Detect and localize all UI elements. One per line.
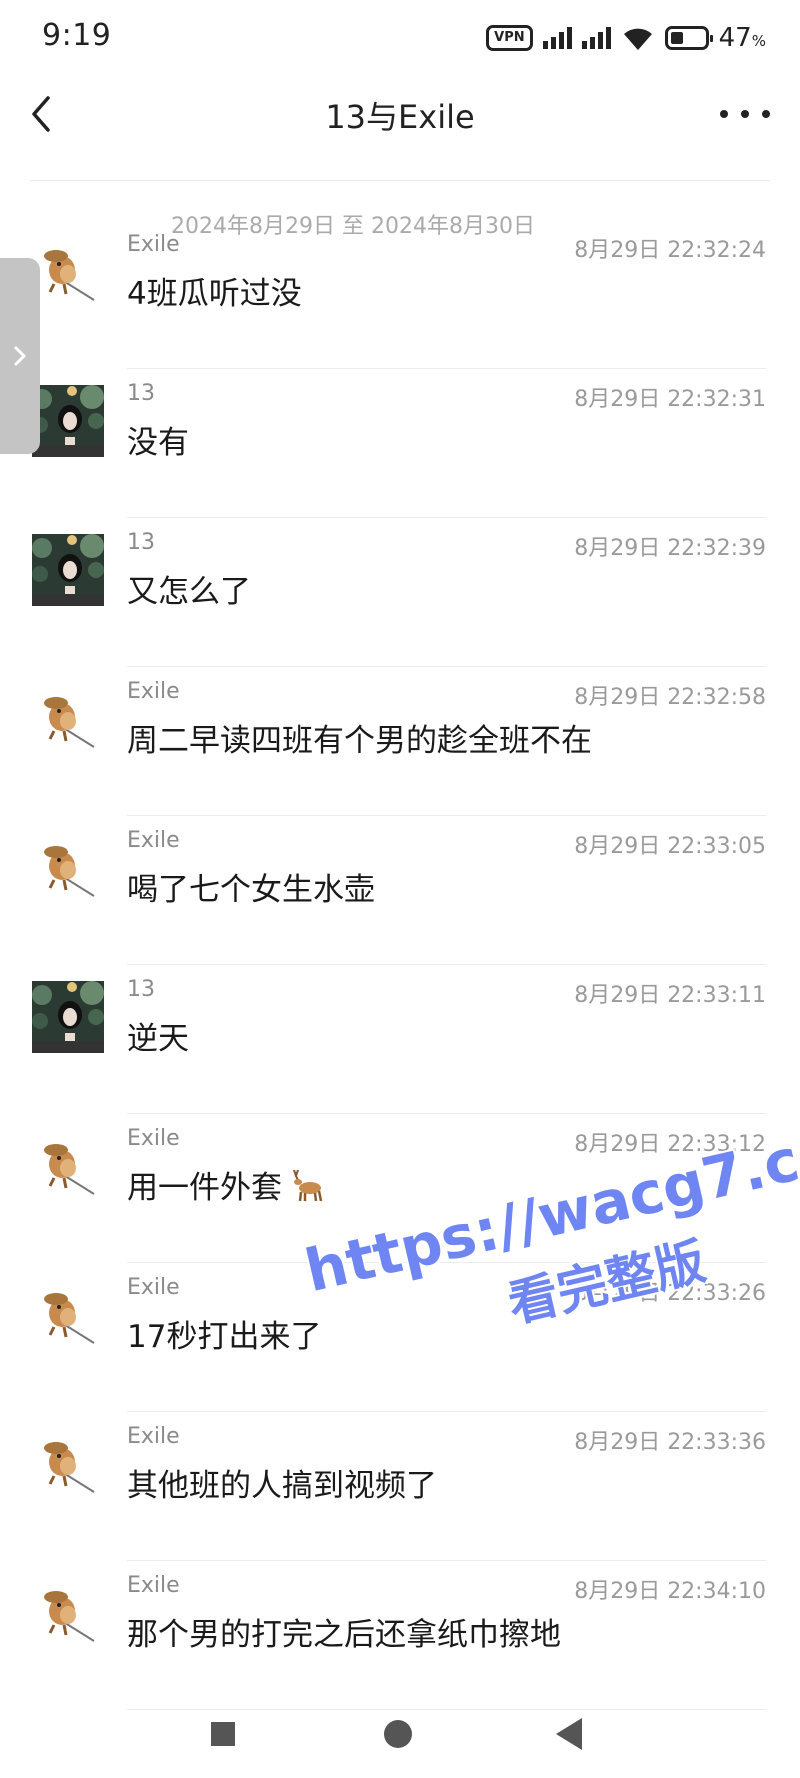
message-text-container: 喝了七个女生水壶	[127, 864, 375, 909]
message-text: 其他班的人搞到视频了	[127, 1468, 437, 1504]
status-time: 9:19	[42, 18, 112, 53]
more-dot	[762, 110, 770, 118]
message-timestamp: 8月29日 22:33:12	[574, 1132, 766, 1157]
sender-name: Exile	[127, 1126, 180, 1151]
message-text: 喝了七个女生水壶	[127, 872, 375, 908]
message-timestamp: 8月29日 22:33:11	[574, 983, 766, 1008]
battery-icon	[664, 26, 713, 50]
date-range-divider: 2024年8月29日 至 2024年8月30日	[30, 160, 770, 239]
message-text: 17秒打出来了	[127, 1319, 322, 1355]
signal-icon-2	[581, 27, 611, 49]
triangle-back-icon[interactable]	[556, 1718, 582, 1750]
sender-avatar-exile[interactable]	[32, 1279, 104, 1351]
message-list: Exile 8月29日 22:32:24 4班瓜听过没 13 8月29日 22:32:3…	[0, 220, 800, 1710]
page-title: 13与Exile	[325, 98, 475, 136]
message-item[interactable]: Exile 8月29日 22:33:12 用一件外套	[0, 1114, 800, 1263]
divider-line	[30, 179, 400, 181]
message-text: 4班瓜听过没	[127, 276, 302, 312]
message-timestamp: 8月29日 22:33:05	[574, 834, 766, 859]
sender-avatar-exile[interactable]	[32, 236, 104, 308]
message-item[interactable]: 13 8月29日 22:32:39 又怎么了	[0, 518, 800, 667]
message-text-container: 4班瓜听过没	[127, 268, 302, 313]
sender-name: Exile	[127, 232, 180, 257]
sender-name: 13	[127, 977, 155, 1002]
message-text-container: 逆天	[127, 1013, 189, 1058]
sender-name: 13	[127, 530, 155, 555]
side-drawer-handle[interactable]	[0, 258, 40, 454]
message-text-container: 那个男的打完之后还拿纸巾擦地	[127, 1609, 561, 1654]
message-item[interactable]: Exile 8月29日 22:33:05 喝了七个女生水壶	[0, 816, 800, 965]
signal-icon	[542, 27, 572, 49]
sender-avatar-exile[interactable]	[32, 1577, 104, 1649]
sender-name: Exile	[127, 1275, 180, 1300]
status-icons: VPN 47%	[486, 20, 766, 56]
sender-avatar-exile[interactable]	[32, 1130, 104, 1202]
divider-line	[400, 179, 770, 181]
message-text: 周二早读四班有个男的趁全班不在	[127, 723, 592, 759]
message-text: 没有	[127, 425, 189, 461]
more-dot	[741, 110, 749, 118]
more-horizontal-icon	[720, 110, 728, 118]
wifi-icon	[623, 28, 652, 50]
sender-name: Exile	[127, 679, 180, 704]
message-timestamp: 8月29日 22:32:31	[574, 387, 766, 412]
status-bar: 9:19 VPN 47%	[0, 0, 800, 80]
sender-name: Exile	[127, 1573, 180, 1598]
message-item[interactable]: 13 8月29日 22:32:31 没有	[0, 369, 800, 518]
battery-percent: 47%	[718, 23, 766, 53]
circle-icon[interactable]	[384, 1720, 412, 1748]
message-item[interactable]: Exile 8月29日 22:32:24 4班瓜听过没	[0, 220, 800, 369]
message-timestamp: 8月29日 22:32:58	[574, 685, 766, 710]
sender-avatar-exile[interactable]	[32, 1428, 104, 1500]
sender-avatar-exile[interactable]	[32, 683, 104, 755]
sender-name: 13	[127, 381, 155, 406]
message-text-container: 17秒打出来了	[127, 1311, 321, 1356]
message-item[interactable]: Exile 8月29日 22:33:36 其他班的人搞到视频了	[0, 1412, 800, 1561]
sender-name: Exile	[127, 828, 180, 853]
message-item[interactable]: Exile 8月29日 22:32:58 周二早读四班有个男的趁全班不在	[0, 667, 800, 816]
chat-header: 13与Exile	[0, 80, 800, 150]
sender-avatar-13[interactable]	[32, 534, 104, 606]
message-text-container: 又怎么了	[127, 566, 251, 611]
message-text: 又怎么了	[127, 574, 251, 610]
sender-avatar-13[interactable]	[32, 981, 104, 1053]
sender-avatar-exile[interactable]	[32, 832, 104, 904]
sender-name: Exile	[127, 1424, 180, 1449]
vpn-icon: VPN	[486, 25, 533, 51]
message-timestamp: 8月29日 22:32:39	[574, 536, 766, 561]
message-text-container: 用一件外套	[127, 1162, 326, 1207]
deer-emoji-icon	[282, 1169, 326, 1206]
message-timestamp: 8月29日 22:32:24	[574, 238, 766, 263]
system-nav-bar	[0, 1690, 800, 1778]
message-text-container: 周二早读四班有个男的趁全班不在	[127, 715, 592, 760]
square-icon[interactable]	[211, 1722, 235, 1746]
message-text: 逆天	[127, 1021, 189, 1057]
message-item[interactable]: Exile 8月29日 22:34:10 那个男的打完之后还拿纸巾擦地	[0, 1561, 800, 1710]
message-timestamp: 8月29日 22:33:26	[574, 1281, 766, 1306]
message-item[interactable]: Exile 8月29日 22:33:26 17秒打出来了	[0, 1263, 800, 1412]
message-text-container: 其他班的人搞到视频了	[127, 1460, 437, 1505]
message-item[interactable]: 13 8月29日 22:33:11 逆天	[0, 965, 800, 1114]
message-text-container: 没有	[127, 417, 189, 462]
message-text: 用一件外套	[127, 1170, 282, 1206]
message-timestamp: 8月29日 22:34:10	[574, 1579, 766, 1604]
more-button[interactable]	[720, 94, 770, 134]
sender-avatar-13[interactable]	[32, 385, 104, 457]
message-timestamp: 8月29日 22:33:36	[574, 1430, 766, 1455]
message-text: 那个男的打完之后还拿纸巾擦地	[127, 1617, 561, 1653]
chevron-right-icon	[14, 346, 26, 366]
